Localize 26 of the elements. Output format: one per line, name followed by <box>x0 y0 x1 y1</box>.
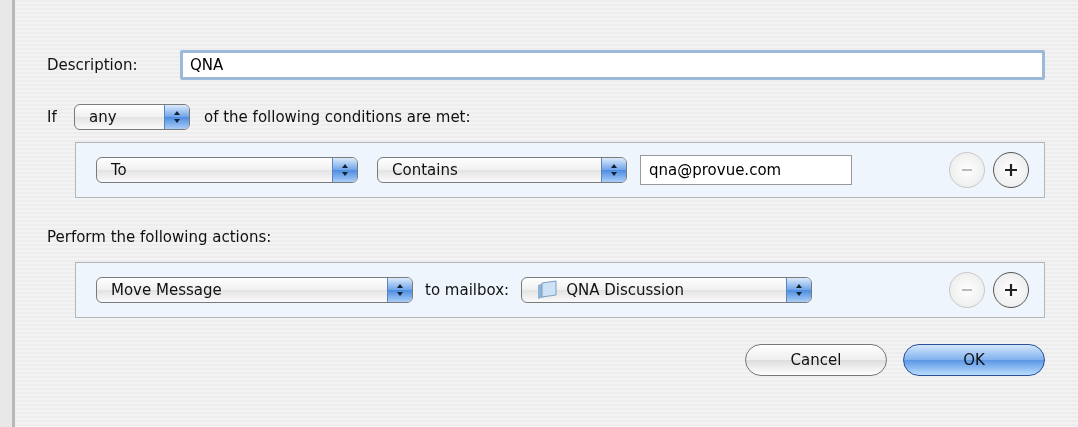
folder-icon <box>536 280 559 300</box>
up-down-arrows-icon <box>396 283 404 297</box>
mailbox-popup[interactable]: QNA Discussion <box>521 277 813 303</box>
if-label: If <box>47 108 58 126</box>
up-down-arrows-icon <box>795 283 804 297</box>
field-popup[interactable]: To <box>96 157 358 183</box>
actions-label: Perform the following actions: <box>47 228 273 246</box>
up-down-arrows-icon <box>341 163 349 177</box>
up-down-arrows-icon <box>610 163 618 177</box>
description-field[interactable]: QNA <box>180 50 1045 80</box>
operator-popup[interactable]: Contains <box>377 157 627 183</box>
conditions-label: of the following conditions are met: <box>204 108 471 126</box>
value-field[interactable]: qna@provue.com <box>640 155 852 185</box>
plus-icon <box>1003 162 1019 178</box>
minus-icon <box>961 168 973 172</box>
up-down-arrows-icon <box>173 110 181 124</box>
mailbox-label: to mailbox: <box>425 281 510 299</box>
cancel-button[interactable]: Cancel <box>745 344 887 376</box>
action-popup[interactable]: Move Message <box>96 277 413 303</box>
add-button[interactable] <box>993 152 1029 188</box>
match-popup[interactable]: any <box>74 104 190 130</box>
add-button[interactable] <box>993 272 1029 308</box>
plus-icon <box>1003 282 1019 298</box>
minus-icon <box>961 288 973 292</box>
ok-button[interactable]: OK <box>903 344 1045 376</box>
description-label: Description: <box>47 56 139 74</box>
